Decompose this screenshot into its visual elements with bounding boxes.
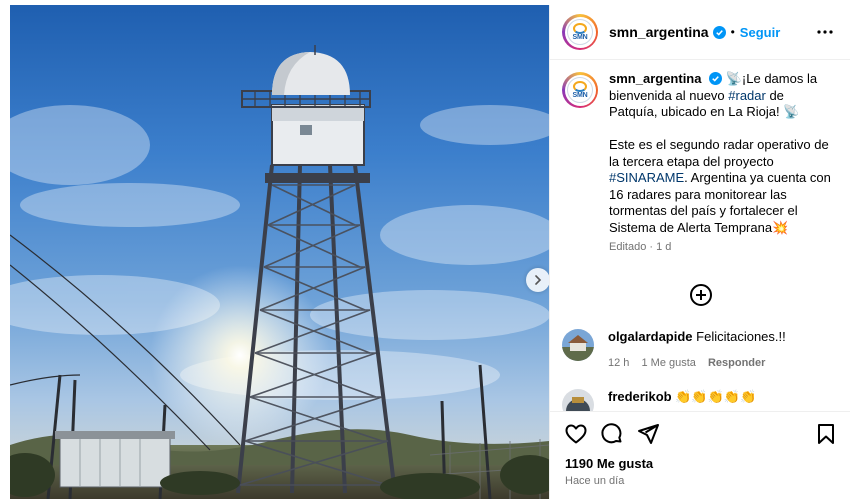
- reply-button[interactable]: Responder: [708, 357, 765, 369]
- comment-time: 12 h: [608, 357, 630, 369]
- caption-username[interactable]: smn_argentina: [609, 71, 701, 86]
- caption-author-avatar[interactable]: SMN: [562, 72, 598, 108]
- add-comment-icon[interactable]: [689, 283, 713, 307]
- radar-tower-photo: [10, 45, 549, 499]
- hashtag-radar-link[interactable]: #radar: [728, 88, 766, 103]
- commenter-avatar[interactable]: [562, 389, 594, 411]
- action-bar: [550, 411, 850, 461]
- more-options-icon[interactable]: [816, 23, 834, 41]
- post-time: Hace un día: [565, 475, 625, 487]
- like-count[interactable]: 1190 Me gusta: [565, 456, 653, 471]
- comment-icon[interactable]: [600, 422, 624, 446]
- hashtag-sinarame-link[interactable]: #SINARAME: [609, 170, 684, 185]
- share-icon[interactable]: [636, 422, 660, 446]
- post-side-panel: SMN smn_argentina • Seguir SMN smn_argen…: [549, 5, 850, 499]
- author-avatar[interactable]: SMN: [562, 14, 598, 50]
- comment-item: olgalardapide Felicitaciones.!! 12 h 1 M…: [562, 329, 786, 369]
- comment-username[interactable]: olgalardapide: [608, 329, 693, 344]
- post-header: SMN smn_argentina • Seguir: [550, 5, 850, 60]
- smn-logo: SMN: [567, 19, 593, 45]
- verified-badge-icon: [709, 72, 723, 85]
- avatar-photo: [562, 329, 594, 361]
- avatar-photo: [562, 389, 594, 411]
- follow-button[interactable]: Seguir: [740, 25, 780, 40]
- caption-edited-time: Editado · 1 d: [609, 241, 672, 253]
- caption-text: smn_argentina 📡¡Le damos la bienvenida a…: [609, 71, 833, 256]
- comment-likes[interactable]: 1 Me gusta: [641, 357, 695, 369]
- heart-icon[interactable]: [564, 422, 588, 446]
- commenter-avatar[interactable]: [562, 329, 594, 361]
- comments-section[interactable]: SMN smn_argentina 📡¡Le damos la bienveni…: [550, 61, 850, 411]
- post-photo[interactable]: [10, 5, 549, 499]
- next-photo-button[interactable]: [526, 268, 549, 292]
- verified-badge-icon: [712, 25, 726, 39]
- comment-text: 👏👏👏👏👏: [675, 389, 757, 404]
- caption-para2-prefix: Este es el segundo radar operativo de la…: [609, 137, 829, 169]
- bookmark-icon[interactable]: [814, 422, 838, 446]
- author-username[interactable]: smn_argentina: [609, 24, 709, 40]
- post-caption: SMN smn_argentina 📡¡Le damos la bienveni…: [550, 61, 850, 256]
- chevron-right-icon: [535, 275, 542, 285]
- comment-item: frederikob 👏👏👏👏👏: [562, 389, 756, 411]
- comment-text: Felicitaciones.!!: [696, 329, 786, 344]
- comment-username[interactable]: frederikob: [608, 389, 672, 404]
- smn-logo: SMN: [567, 77, 593, 103]
- separator-dot: •: [730, 25, 735, 39]
